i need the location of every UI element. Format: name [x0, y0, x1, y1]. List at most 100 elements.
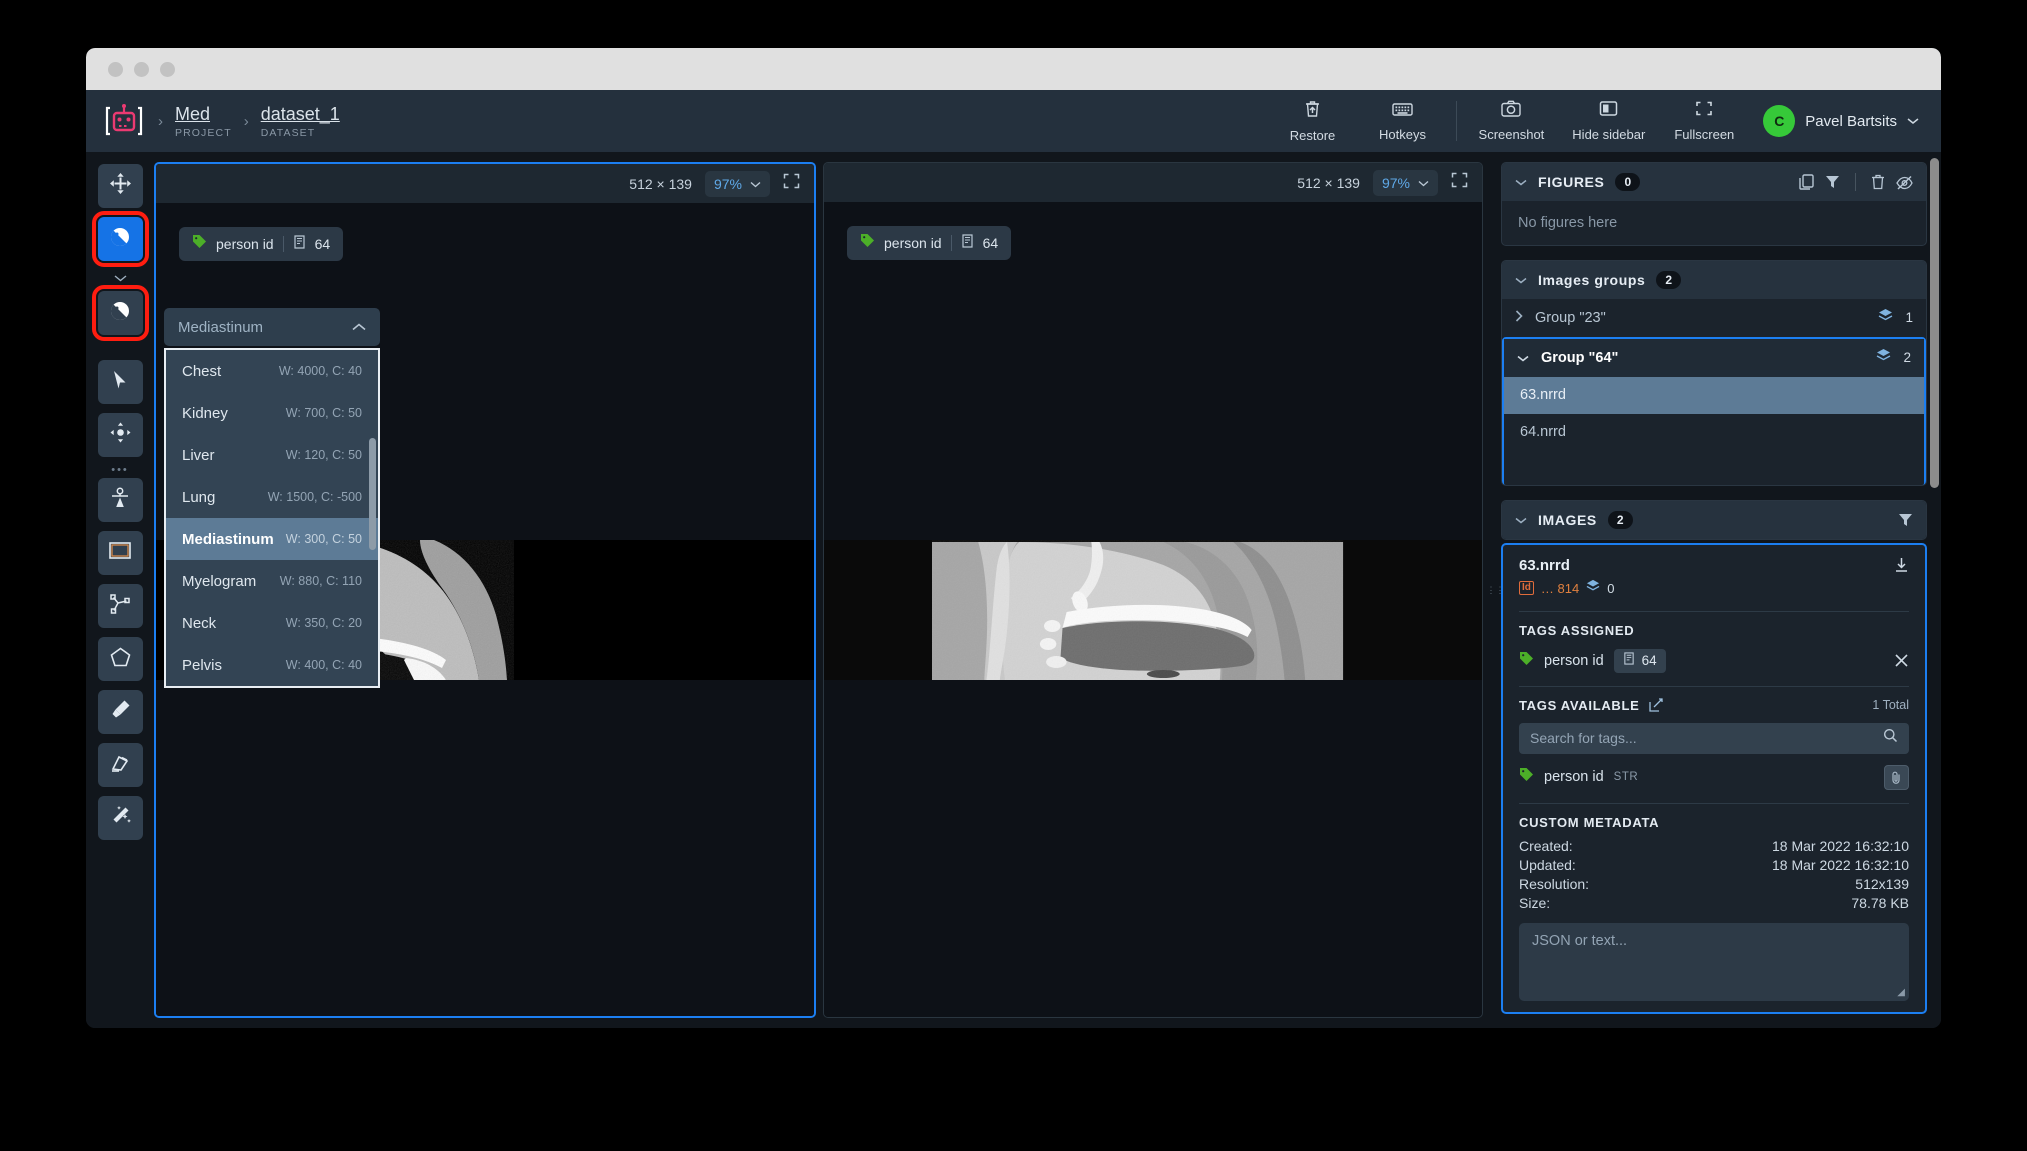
smart-tool[interactable]: [97, 796, 143, 840]
preset-dropdown-button[interactable]: Mediastinum: [164, 308, 380, 346]
preset-option-myelogram[interactable]: Myelogram W: 880, C: 110: [166, 560, 378, 602]
window-level-tool[interactable]: [91, 211, 149, 267]
edit-icon[interactable]: [1648, 698, 1663, 713]
hide-sidebar-label: Hide sidebar: [1572, 127, 1646, 142]
screenshot-button[interactable]: Screenshot: [1465, 100, 1559, 142]
images-groups-panel: Images groups 2 Group "23" 1 Group "64" …: [1501, 259, 1927, 487]
assigned-tag-value-chip[interactable]: 64: [1613, 648, 1666, 673]
chevron-down-icon[interactable]: [1515, 175, 1527, 189]
anchor-point-tool[interactable]: [97, 478, 143, 522]
user-menu[interactable]: C Pavel Bartsits: [1763, 105, 1919, 137]
window-level-preset-tool[interactable]: [91, 285, 149, 341]
select-tool[interactable]: [97, 360, 143, 404]
tag-search-input[interactable]: Search for tags...: [1519, 722, 1909, 754]
images-panel-header[interactable]: IMAGES 2: [1502, 501, 1926, 539]
viewport-left-canvas[interactable]: person id 64 Mediastinum Chest W: 4000, …: [156, 203, 814, 1016]
window-maximize-button[interactable]: [160, 61, 175, 77]
download-icon[interactable]: [1894, 557, 1909, 573]
search-icon[interactable]: [1883, 728, 1898, 748]
sidebar-scrollbar[interactable]: [1930, 158, 1939, 488]
viewport-left[interactable]: 512 × 139 97% person id 64 Mediastinum C…: [154, 162, 816, 1018]
id-label: Id: [1519, 581, 1534, 596]
chevron-right-icon[interactable]: [1515, 309, 1523, 327]
trash-icon[interactable]: [1871, 174, 1885, 190]
layers-icon: [1586, 579, 1600, 598]
breadcrumb-dataset-sublabel: DATASET: [260, 126, 316, 139]
bounding-box-tool[interactable]: [97, 531, 143, 575]
sidebar-resize-handle[interactable]: ⋮⋮: [1487, 152, 1505, 1028]
chevron-down-icon[interactable]: [1515, 513, 1527, 527]
filter-icon[interactable]: [1898, 513, 1913, 528]
assigned-tag-value: 64: [1641, 653, 1657, 669]
preset-option-name: Liver: [182, 446, 215, 464]
paperclip-icon[interactable]: [1884, 764, 1909, 790]
viewport-right-canvas[interactable]: person id 64: [824, 202, 1482, 1017]
restore-button[interactable]: Restore: [1268, 99, 1358, 143]
preset-option-mediastinum[interactable]: Mediastinum W: 300, C: 50: [166, 518, 378, 560]
viewport-right[interactable]: 512 × 139 97% person id 64: [823, 162, 1483, 1018]
viewport-right-tag-chip[interactable]: person id 64: [847, 226, 1012, 260]
preset-option-list[interactable]: Chest W: 4000, C: 40 Kidney W: 700, C: 5…: [164, 348, 380, 688]
viewport-left-tag-chip[interactable]: person id 64: [179, 227, 344, 261]
chevron-down-icon[interactable]: [1517, 349, 1529, 367]
group-row-23[interactable]: Group "23" 1: [1502, 299, 1926, 337]
tag-value-icon: [293, 234, 306, 254]
preset-option-kidney[interactable]: Kidney W: 700, C: 50: [166, 392, 378, 434]
group-file-64[interactable]: 64.nrrd: [1504, 414, 1924, 451]
eraser-icon: [110, 752, 131, 778]
image-card-body: 63.nrrd Id … 814 0 TAGS ASSIGNED person …: [1503, 545, 1925, 1012]
assigned-tag-row[interactable]: person id 64: [1519, 648, 1909, 673]
group-file-63[interactable]: 63.nrrd: [1504, 376, 1924, 414]
custom-metadata-textarea[interactable]: JSON or text... ◢: [1519, 922, 1909, 1001]
viewport-left-zoom-control[interactable]: 97%: [704, 170, 770, 197]
group-row-64[interactable]: Group "64" 2: [1504, 338, 1924, 377]
images-groups-header[interactable]: Images groups 2: [1502, 260, 1926, 299]
resize-grip-icon[interactable]: ◢: [1897, 987, 1905, 998]
window-close-button[interactable]: [108, 61, 123, 77]
preset-option-neck[interactable]: Neck W: 350, C: 20: [166, 602, 378, 644]
preset-option-chest[interactable]: Chest W: 4000, C: 40: [166, 350, 378, 392]
robot-logo-icon[interactable]: [102, 99, 146, 143]
eraser-tool[interactable]: [97, 743, 143, 787]
pan-tool[interactable]: [97, 164, 143, 208]
available-tag-row[interactable]: person id STR: [1519, 764, 1909, 790]
hotkeys-button[interactable]: Hotkeys: [1358, 101, 1448, 142]
preset-list-scrollbar[interactable]: [369, 438, 376, 550]
copy-icon[interactable]: [1799, 174, 1814, 190]
tool-expand-chevron[interactable]: [114, 270, 127, 286]
figures-panel-header[interactable]: FIGURES 0: [1502, 163, 1926, 201]
viewport-left-fit-button[interactable]: [783, 173, 800, 194]
viewport-right-zoom-value: 97%: [1381, 174, 1410, 191]
hide-sidebar-button[interactable]: Hide sidebar: [1558, 100, 1659, 142]
preset-option-pelvis[interactable]: Pelvis W: 400, C: 40: [166, 644, 378, 686]
images-panel-header-wrap: IMAGES 2: [1501, 500, 1927, 540]
filter-icon[interactable]: [1825, 175, 1840, 190]
viewport-right-tag-name: person id: [884, 235, 942, 251]
chevron-down-icon[interactable]: [1515, 273, 1527, 287]
drag-tool[interactable]: [97, 413, 143, 457]
pentagon-icon: [110, 647, 131, 672]
window-level-preset-dropdown[interactable]: Mediastinum Chest W: 4000, C: 40 Kidney …: [164, 308, 380, 688]
metadata-key: Created:: [1519, 837, 1573, 854]
images-groups-count-badge: 2: [1656, 270, 1682, 289]
preset-option-liver[interactable]: Liver W: 120, C: 50: [166, 434, 378, 476]
viewport-right-fit-button[interactable]: [1451, 172, 1468, 193]
layers-icon: [1876, 348, 1891, 368]
eye-off-icon[interactable]: [1896, 175, 1913, 190]
polyline-tool[interactable]: [97, 584, 143, 628]
polygon-tool[interactable]: [97, 637, 143, 681]
close-icon[interactable]: [1894, 653, 1909, 668]
window-titlebar: [86, 48, 1941, 90]
group-64-count: 2: [1903, 350, 1911, 365]
brush-tool[interactable]: [97, 690, 143, 734]
window-minimize-button[interactable]: [134, 61, 149, 77]
images-title: IMAGES: [1538, 512, 1597, 529]
preset-option-name: Mediastinum: [182, 530, 274, 548]
user-name: Pavel Bartsits: [1805, 112, 1897, 130]
fullscreen-button[interactable]: Fullscreen: [1659, 100, 1749, 142]
viewport-right-zoom-control[interactable]: 97%: [1372, 169, 1438, 196]
preset-option-lung[interactable]: Lung W: 1500, C: -500: [166, 476, 378, 518]
breadcrumb-dataset[interactable]: dataset_1 DATASET: [261, 104, 340, 139]
breadcrumb-project[interactable]: Med PROJECT: [175, 104, 232, 139]
screenshot-label: Screenshot: [1478, 127, 1545, 142]
